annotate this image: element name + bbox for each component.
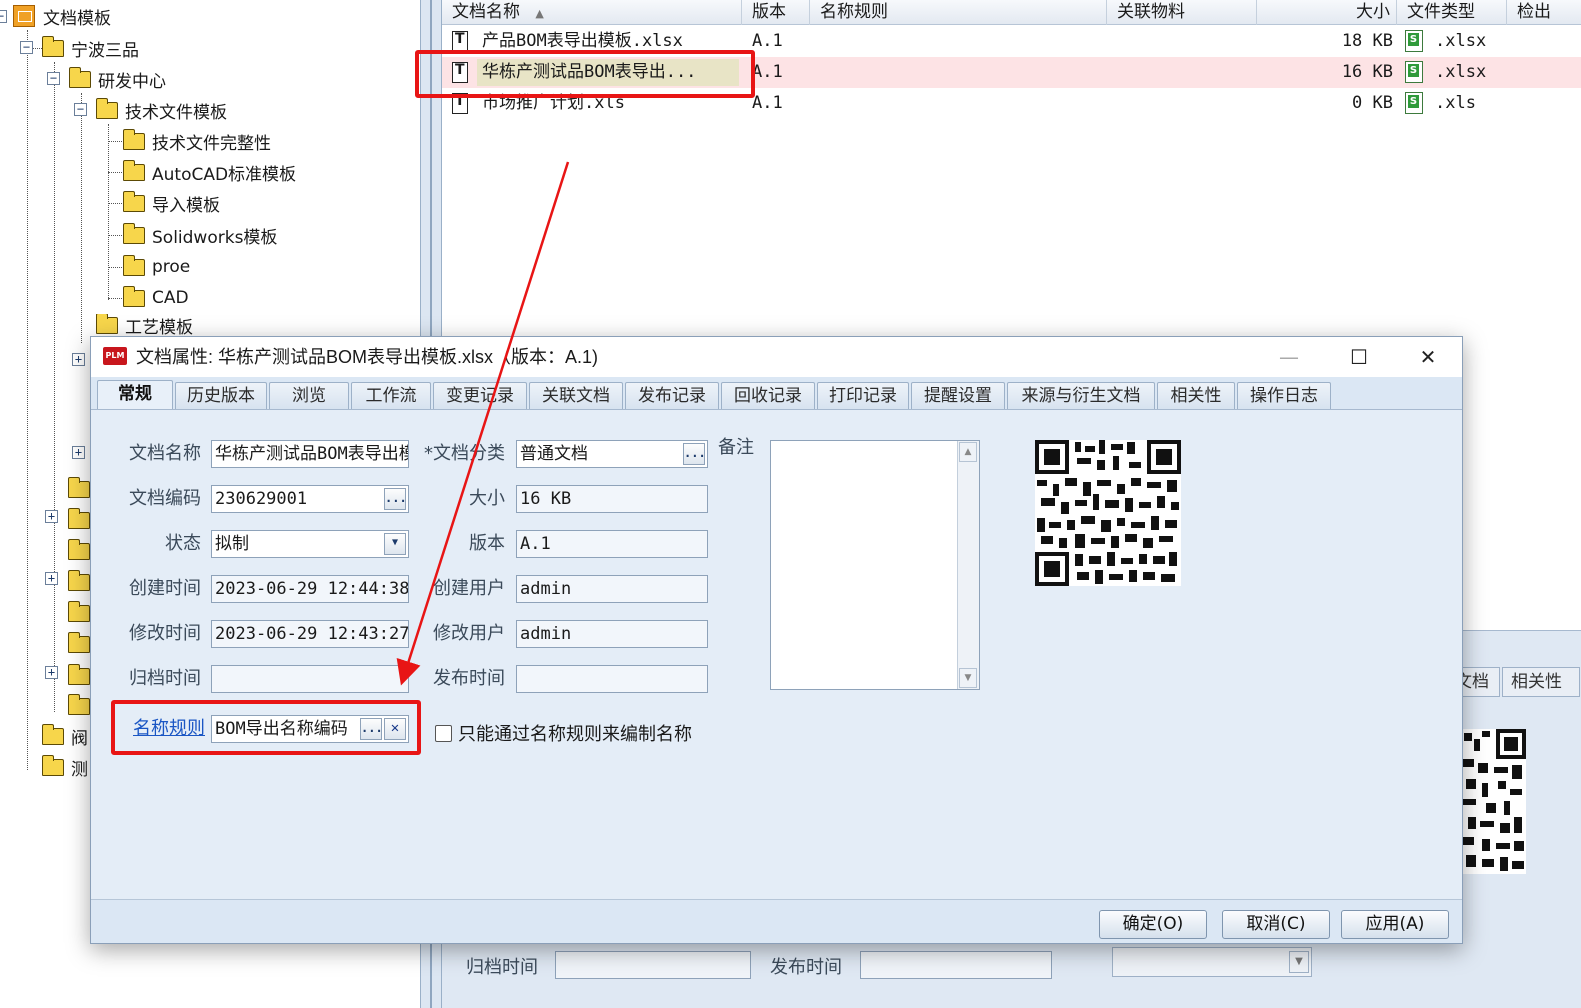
screen: − 文档模板 − 宁波三品 − 研发中心 − 技术文件模板 技术文件完整性 Au… <box>0 0 1581 1008</box>
annotation-arrow <box>396 161 570 686</box>
